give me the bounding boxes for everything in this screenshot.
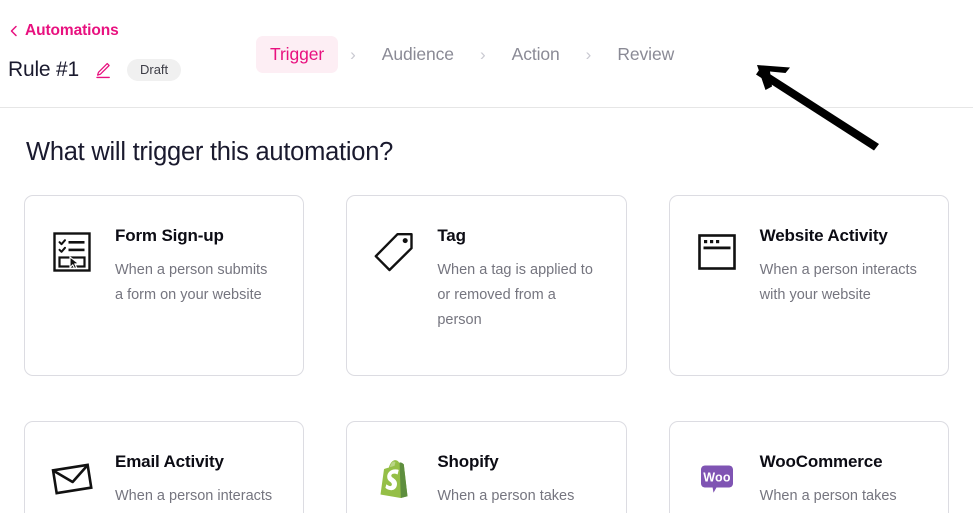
step-review[interactable]: Review: [603, 36, 688, 73]
trigger-card-shopify[interactable]: Shopify When a person takes action in yo…: [346, 421, 627, 513]
trigger-card-woocommerce[interactable]: Woo WooCommerce When a person takes acti…: [668, 421, 949, 513]
pencil-edit-icon[interactable]: [93, 60, 113, 80]
shopify-bag-icon: [371, 452, 417, 498]
browser-window-icon: [694, 226, 740, 272]
card-body: Website Activity When a person interacts…: [760, 226, 924, 375]
main-content: What will trigger this automation? Form …: [0, 138, 973, 513]
card-description: When a person takes action in your store: [759, 488, 897, 504]
card-title: Form Sign-up: [115, 226, 224, 245]
card-body: WooCommerce When a person takes action i…: [760, 452, 924, 513]
back-to-automations-link[interactable]: Automations: [8, 22, 119, 40]
trigger-card-website-activity[interactable]: Website Activity When a person interacts…: [668, 195, 949, 376]
wizard-steps: Trigger › Audience › Action › Review: [256, 36, 688, 73]
trigger-card-form-signup[interactable]: Form Sign-up When a person submits a for…: [24, 195, 305, 376]
card-title: WooCommerce: [759, 452, 883, 471]
status-badge: Draft: [126, 59, 182, 81]
card-body: Shopify When a person takes action in yo…: [437, 452, 601, 513]
step-audience[interactable]: Audience: [368, 36, 468, 73]
card-title: Tag: [437, 226, 466, 245]
step-separator-icon: ›: [585, 44, 592, 64]
card-title: Website Activity: [759, 226, 888, 245]
card-title: Email Activity: [115, 452, 224, 471]
trigger-card-email-activity[interactable]: Email Activity When a person interacts w…: [24, 421, 305, 513]
card-body: Email Activity When a person interacts w…: [115, 452, 279, 513]
card-description: When a person takes action in your store: [437, 488, 575, 504]
card-description: When a tag is applied to or removed from…: [437, 262, 593, 329]
card-description: When a person submits a form on your web…: [115, 262, 268, 304]
chevron-left-icon: [8, 25, 20, 37]
card-title: Shopify: [437, 452, 499, 471]
tag-icon: [371, 226, 417, 272]
woocommerce-logo-icon: Woo: [694, 452, 740, 498]
card-body: Tag When a tag is applied to or removed …: [437, 226, 601, 375]
card-body: Form Sign-up When a person submits a for…: [115, 226, 279, 375]
trigger-card-grid: Form Sign-up When a person submits a for…: [24, 195, 949, 513]
step-separator-icon: ›: [479, 44, 486, 64]
card-description: When a person interacts with your websit…: [759, 262, 917, 304]
card-description: When a person interacts with your email: [115, 488, 273, 504]
rule-summary-row: Rule #1 Draft: [8, 58, 182, 82]
page-title-rule-name: Rule #1: [8, 58, 79, 81]
step-separator-icon: ›: [350, 44, 356, 64]
step-action[interactable]: Action: [498, 36, 574, 73]
svg-text:Woo: Woo: [703, 470, 731, 484]
form-signup-icon: [49, 226, 95, 272]
page-title: What will trigger this automation?: [26, 138, 394, 166]
page-header: Automations Rule #1 Draft Trigger › Audi…: [0, 0, 973, 108]
trigger-card-tag[interactable]: Tag When a tag is applied to or removed …: [346, 195, 627, 376]
back-link-label: Automations: [25, 22, 119, 39]
envelope-icon: [49, 452, 95, 498]
step-trigger[interactable]: Trigger: [256, 36, 339, 73]
